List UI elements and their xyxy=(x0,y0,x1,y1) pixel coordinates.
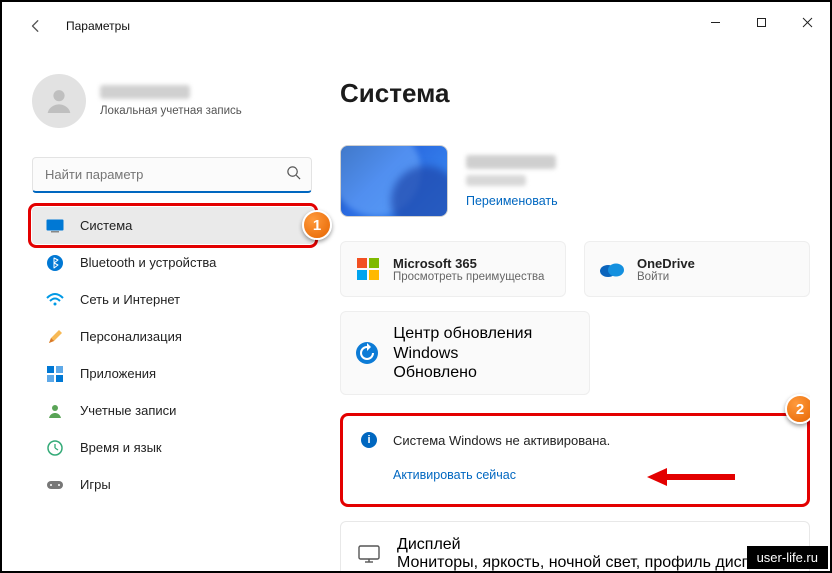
sidebar-item-label: Игры xyxy=(80,477,111,492)
system-icon xyxy=(46,217,64,235)
wifi-icon xyxy=(46,291,64,309)
m365-title: Microsoft 365 xyxy=(393,256,544,271)
window-title: Параметры xyxy=(66,19,130,33)
page-title: Система xyxy=(340,78,810,109)
search-input[interactable] xyxy=(45,167,286,182)
display-sub: Мониторы, яркость, ночной свет, профиль … xyxy=(397,554,777,571)
main-content: Система Переименовать Microsoft 365 Прос… xyxy=(340,78,810,571)
sidebar-item-label: Время и язык xyxy=(80,440,162,455)
display-title: Дисплей xyxy=(397,536,777,554)
update-icon xyxy=(355,339,379,367)
device-model-blurred xyxy=(466,175,526,186)
sidebar-item-personalization[interactable]: Персонализация xyxy=(32,318,314,355)
annotation-highlight xyxy=(28,203,318,248)
sidebar-item-label: Учетные записи xyxy=(80,403,176,418)
close-button[interactable] xyxy=(784,2,830,42)
device-card: Переименовать xyxy=(340,145,810,217)
bluetooth-icon xyxy=(46,254,64,272)
device-wallpaper-thumb xyxy=(340,145,448,217)
onedrive-signin-link[interactable]: Войти xyxy=(637,271,695,283)
sidebar-item-bluetooth[interactable]: Bluetooth и устройства xyxy=(32,244,314,281)
sidebar-item-apps[interactable]: Приложения xyxy=(32,355,314,392)
search-box[interactable] xyxy=(32,157,312,193)
sidebar-item-gaming[interactable]: Игры xyxy=(32,466,314,503)
activation-message: Система Windows не активирована. xyxy=(393,433,610,448)
avatar xyxy=(32,74,86,128)
winupdate-card[interactable]: Центр обновления Windows Обновлено xyxy=(340,311,590,395)
sidebar-item-network[interactable]: Сеть и Интернет xyxy=(32,281,314,318)
onedrive-card[interactable]: OneDrive Войти xyxy=(584,241,810,297)
sidebar-item-label: Сеть и Интернет xyxy=(80,292,180,307)
user-name-blurred xyxy=(100,85,190,99)
device-name-blurred xyxy=(466,155,556,169)
minimize-button[interactable] xyxy=(692,2,738,42)
annotation-badge-1: 1 xyxy=(302,210,332,240)
onedrive-title: OneDrive xyxy=(637,256,695,271)
activate-now-link[interactable]: Активировать сейчас xyxy=(393,468,516,482)
user-header: Локальная учетная запись xyxy=(32,74,302,128)
winupdate-sub: Обновлено xyxy=(393,364,575,382)
onedrive-icon xyxy=(599,256,625,282)
m365-card[interactable]: Microsoft 365 Просмотреть преимущества xyxy=(340,241,566,297)
microsoft-icon xyxy=(355,256,381,282)
window-controls xyxy=(692,2,830,42)
sidebar-item-label: Bluetooth и устройства xyxy=(80,255,216,270)
info-icon: i xyxy=(361,432,377,448)
sidebar-item-system[interactable]: Система 1 xyxy=(32,207,314,244)
sidebar-item-label: Приложения xyxy=(80,366,156,381)
sidebar-item-accounts[interactable]: Учетные записи xyxy=(32,392,314,429)
annotation-badge-2: 2 xyxy=(785,394,810,424)
globe-clock-icon xyxy=(46,439,64,457)
person-icon xyxy=(46,402,64,420)
back-button[interactable] xyxy=(26,16,46,36)
sidebar-item-label: Система xyxy=(80,218,132,233)
search-icon xyxy=(286,165,301,185)
brush-icon xyxy=(46,328,64,346)
sidebar-item-time-language[interactable]: Время и язык xyxy=(32,429,314,466)
m365-sub: Просмотреть преимущества xyxy=(393,271,544,283)
monitor-icon xyxy=(357,542,381,566)
gamepad-icon xyxy=(46,476,64,494)
sidebar-nav: Система 1 Bluetooth и устройства Сеть и … xyxy=(32,207,314,503)
winupdate-title: Центр обновления Windows xyxy=(393,324,575,364)
activation-panel: 2 i Система Windows не активирована. Акт… xyxy=(340,413,810,507)
maximize-button[interactable] xyxy=(738,2,784,42)
apps-icon xyxy=(46,365,64,383)
sidebar-item-label: Персонализация xyxy=(80,329,182,344)
account-type-label: Локальная учетная запись xyxy=(100,105,242,117)
display-settings-row[interactable]: Дисплей Мониторы, яркость, ночной свет, … xyxy=(340,521,810,571)
rename-link[interactable]: Переименовать xyxy=(466,194,558,208)
annotation-arrow xyxy=(647,466,737,493)
watermark: user-life.ru xyxy=(747,546,828,569)
